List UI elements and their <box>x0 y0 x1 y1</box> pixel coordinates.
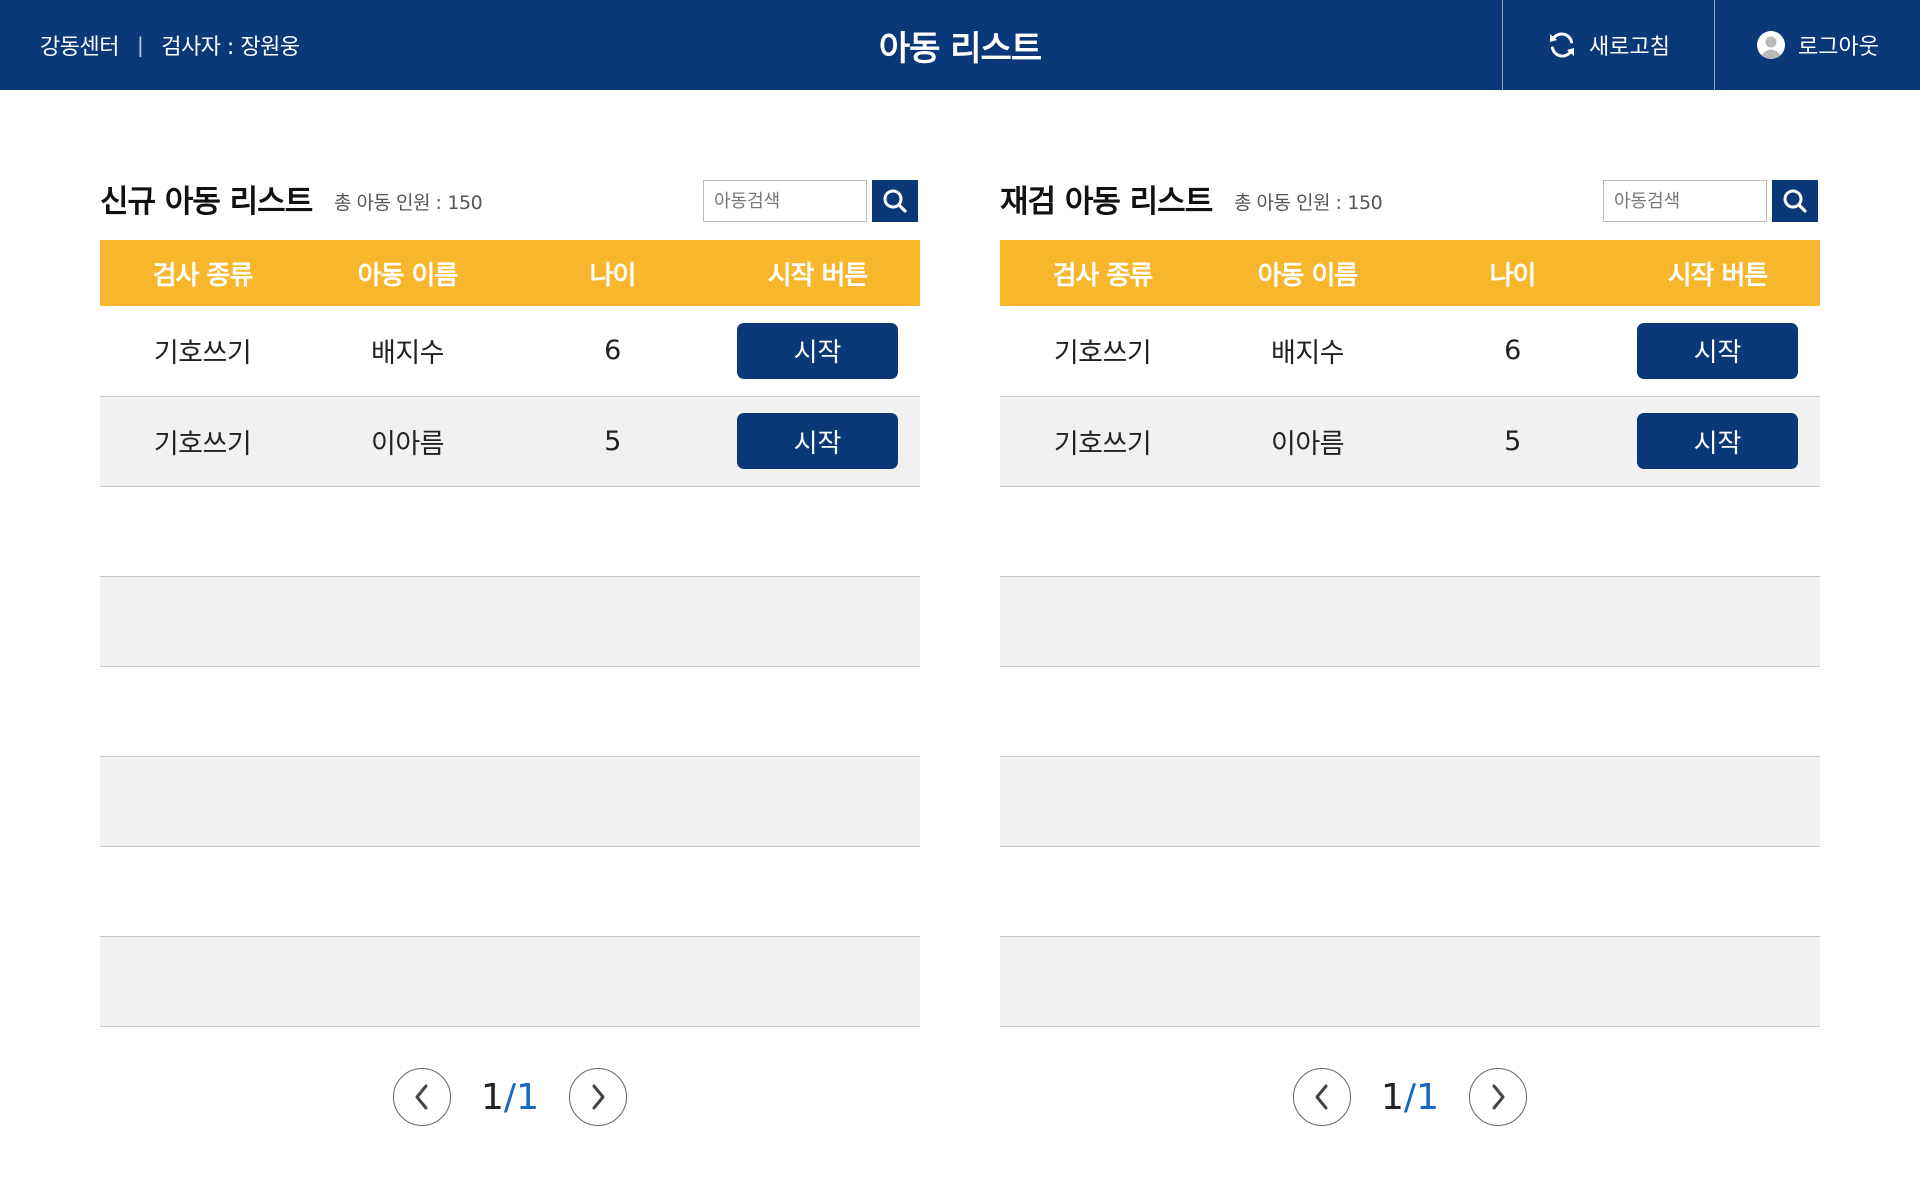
cell-start: 시작 <box>1615 396 1820 487</box>
table-row: 기호쓰기 이아름 5 시작 <box>1000 396 1820 487</box>
column-header-test-type: 검사 종류 <box>152 260 254 291</box>
page-separator: / <box>1403 1076 1417 1118</box>
column-header-age: 나이 <box>589 260 637 291</box>
search-icon <box>1783 189 1807 213</box>
search-button[interactable] <box>1772 180 1818 222</box>
chevron-left-icon <box>415 1084 428 1110</box>
table-header-row: 검사 종류 아동 이름 나이 시작 버튼 <box>1000 240 1820 306</box>
chevron-left-icon <box>1315 1084 1328 1110</box>
cell-test-type: 기호쓰기 <box>1000 396 1205 487</box>
top-header: 강동센터 | 검사자 : 장원웅 아동 리스트 새로고침 로그아웃 <box>0 0 1920 90</box>
cell-start: 시작 <box>715 306 920 397</box>
refresh-button[interactable]: 새로고침 <box>1502 0 1714 90</box>
start-button[interactable]: 시작 <box>1637 413 1798 469</box>
cell-age: 6 <box>1410 306 1615 397</box>
cell-start: 시작 <box>1615 306 1820 397</box>
logout-button[interactable]: 로그아웃 <box>1714 0 1920 90</box>
cell-name: 배지수 <box>305 306 510 397</box>
empty-row <box>1000 576 1820 667</box>
cell-test-type: 기호쓰기 <box>100 306 305 397</box>
examiner-name: 검사자 : 장원웅 <box>161 35 300 60</box>
count-label: 총 아동 인원 : <box>334 192 442 214</box>
column-header-start: 시작 버튼 <box>1667 260 1769 291</box>
total-count: 총 아동 인원 :150 <box>334 188 483 215</box>
header-info: 강동센터 | 검사자 : 장원웅 <box>40 0 300 90</box>
empty-row <box>100 936 920 1027</box>
current-page: 1 <box>481 1076 504 1118</box>
current-page: 1 <box>1381 1076 1404 1118</box>
page-indicator: 1/1 <box>481 1077 539 1118</box>
total-pages: 1 <box>1416 1076 1439 1118</box>
column-header-name: 아동 이름 <box>357 260 459 291</box>
search-input[interactable] <box>1603 180 1767 222</box>
new-children-table: 검사 종류 아동 이름 나이 시작 버튼 기호쓰기 배지수 6 시작 기호쓰기 … <box>100 240 920 1027</box>
empty-row <box>100 756 920 847</box>
search-icon <box>883 189 907 213</box>
table-row: 기호쓰기 배지수 6 시작 <box>1000 306 1820 397</box>
total-count: 총 아동 인원 :150 <box>1234 188 1383 215</box>
empty-row <box>1000 486 1820 577</box>
page-separator: / <box>503 1076 517 1118</box>
column-header-test-type: 검사 종류 <box>1052 260 1154 291</box>
chevron-right-icon <box>592 1084 605 1110</box>
table-row: 기호쓰기 배지수 6 시작 <box>100 306 920 397</box>
column-header-name: 아동 이름 <box>1257 260 1359 291</box>
cell-start: 시작 <box>715 396 920 487</box>
search-input[interactable] <box>703 180 867 222</box>
header-separator: | <box>136 33 144 57</box>
retest-list-pagination: 1/1 <box>1000 1067 1820 1127</box>
column-header-start: 시작 버튼 <box>767 260 869 291</box>
cell-test-type: 기호쓰기 <box>100 396 305 487</box>
new-children-panel: 신규 아동 리스트 총 아동 인원 :150 검사 종류 아동 이름 나이 시작… <box>100 170 920 1027</box>
next-page-button[interactable] <box>568 1068 627 1126</box>
empty-row <box>1000 846 1820 937</box>
center-name: 강동센터 <box>40 35 119 60</box>
search-button[interactable] <box>872 180 918 222</box>
table-header-row: 검사 종류 아동 이름 나이 시작 버튼 <box>100 240 920 306</box>
panel-title: 신규 아동 리스트 <box>100 184 313 220</box>
refresh-label: 새로고침 <box>1589 35 1670 60</box>
panel-header: 재검 아동 리스트 총 아동 인원 :150 <box>1000 170 1820 240</box>
empty-row <box>100 666 920 757</box>
empty-row <box>1000 936 1820 1027</box>
prev-page-button[interactable] <box>393 1068 452 1126</box>
empty-row <box>100 486 920 577</box>
start-button[interactable]: 시작 <box>737 322 898 379</box>
cell-name: 이아름 <box>305 396 510 487</box>
start-button[interactable]: 시작 <box>737 413 898 469</box>
panel-header: 신규 아동 리스트 총 아동 인원 :150 <box>100 170 920 240</box>
logout-label: 로그아웃 <box>1798 35 1879 60</box>
chevron-right-icon <box>1492 1084 1505 1110</box>
empty-row <box>100 576 920 667</box>
page-indicator: 1/1 <box>1381 1077 1439 1118</box>
empty-row <box>100 846 920 937</box>
panel-title: 재검 아동 리스트 <box>1000 184 1213 220</box>
empty-row <box>1000 666 1820 757</box>
retest-children-table: 검사 종류 아동 이름 나이 시작 버튼 기호쓰기 배지수 6 시작 기호쓰기 … <box>1000 240 1820 1027</box>
refresh-icon <box>1547 30 1577 60</box>
cell-age: 5 <box>510 396 715 487</box>
column-header-age: 나이 <box>1489 260 1537 291</box>
count-label: 총 아동 인원 : <box>1234 192 1342 214</box>
cell-age: 5 <box>1410 396 1615 487</box>
empty-row <box>1000 756 1820 847</box>
next-page-button[interactable] <box>1468 1068 1527 1126</box>
count-value: 150 <box>1347 192 1383 214</box>
user-avatar-icon <box>1756 30 1786 60</box>
count-value: 150 <box>447 192 483 214</box>
cell-name: 이아름 <box>1205 396 1410 487</box>
new-list-pagination: 1/1 <box>100 1067 920 1127</box>
cell-age: 6 <box>510 306 715 397</box>
prev-page-button[interactable] <box>1293 1068 1352 1126</box>
table-row: 기호쓰기 이아름 5 시작 <box>100 396 920 487</box>
cell-test-type: 기호쓰기 <box>1000 306 1205 397</box>
total-pages: 1 <box>516 1076 539 1118</box>
cell-name: 배지수 <box>1205 306 1410 397</box>
retest-children-panel: 재검 아동 리스트 총 아동 인원 :150 검사 종류 아동 이름 나이 시작… <box>1000 170 1820 1027</box>
start-button[interactable]: 시작 <box>1637 322 1798 379</box>
